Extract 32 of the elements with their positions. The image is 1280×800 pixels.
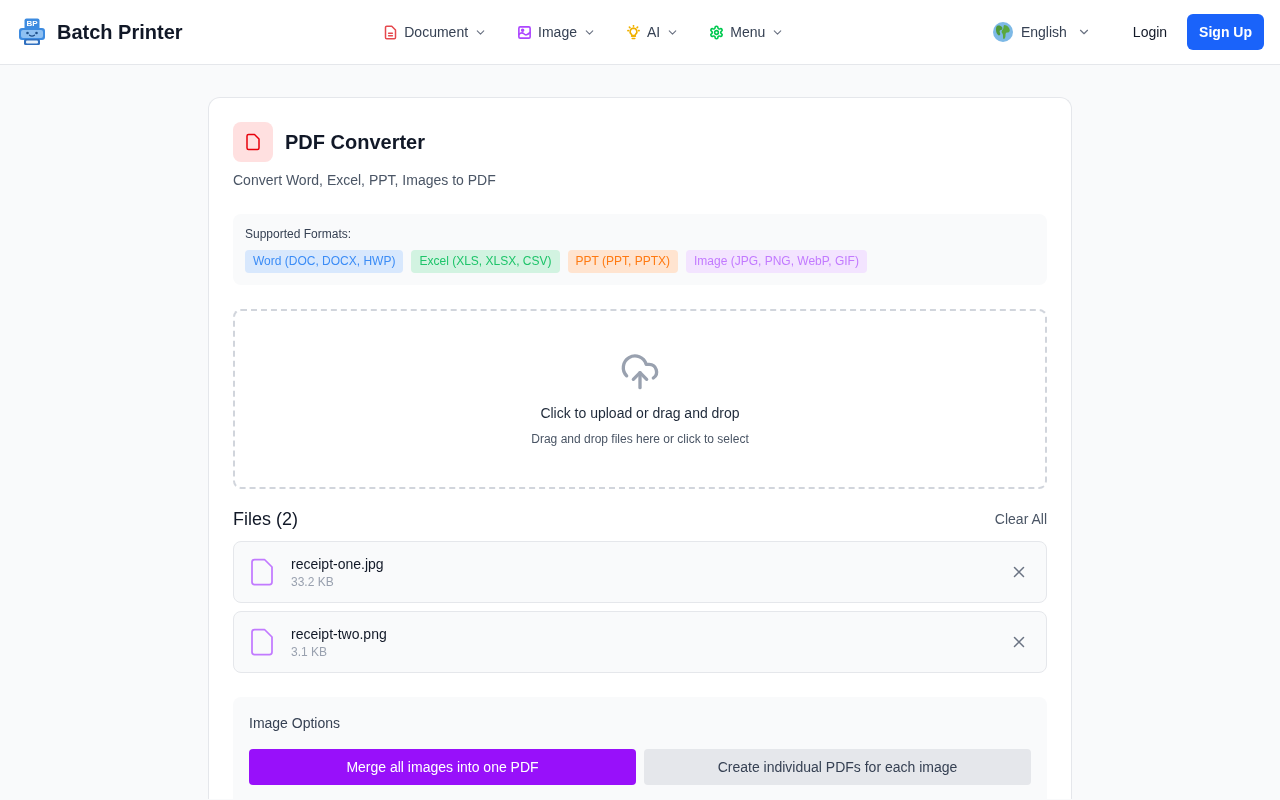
file-size: 33.2 KB (291, 574, 334, 590)
language-selector[interactable]: English (992, 18, 1091, 46)
option-button[interactable]: Create individual PDFs for each image (644, 749, 1031, 785)
printer-logo-icon (18, 18, 46, 46)
file-icon (244, 133, 262, 151)
format-tag: PPT (PPT, PPTX) (567, 250, 678, 273)
dropzone-title: Click to upload or drag and drop (540, 404, 740, 423)
files-heading: Files (2) (233, 508, 298, 530)
login-button[interactable]: Login (1120, 16, 1180, 48)
page-title: PDF Converter (285, 130, 426, 154)
signup-button[interactable]: Sign Up (1187, 14, 1264, 50)
format-tag: Word (DOC, DOCX, HWP) (245, 250, 404, 273)
format-tag: Image (JPG, PNG, WebP, GIF) (685, 250, 867, 273)
cloud-upload-icon (620, 351, 660, 391)
dropzone-hint: Drag and drop files here or click to select (531, 431, 749, 447)
file-name: receipt-two.png (291, 625, 387, 644)
file-name: receipt-one.jpg (291, 555, 384, 574)
nav-menu-button[interactable]: Menu (709, 20, 785, 44)
nav-menu-button[interactable]: Image (517, 20, 596, 44)
nav-menu-button[interactable]: Document (383, 20, 488, 44)
nav-menu-button[interactable]: AI (626, 20, 680, 44)
brand-name: Batch Printer (57, 20, 183, 44)
globe-icon (992, 22, 1013, 42)
file-size: 3.1 KB (291, 644, 328, 660)
logo-text: BP (25, 19, 39, 28)
option-button[interactable]: Merge all images into one PDF (249, 749, 636, 785)
options-label: Image Options (249, 714, 341, 733)
upload-dropzone[interactable]: Click to upload or drag and drop Drag and drop files here or click to select (233, 309, 1047, 489)
format-tag: Excel (XLS, XLSX, CSV) (411, 250, 560, 273)
page-subtitle: Convert Word, Excel, PPT, Images to PDF (233, 171, 496, 190)
clear-all-button[interactable]: Clear All (994, 511, 1047, 527)
formats-label: Supported Formats: (245, 226, 352, 242)
